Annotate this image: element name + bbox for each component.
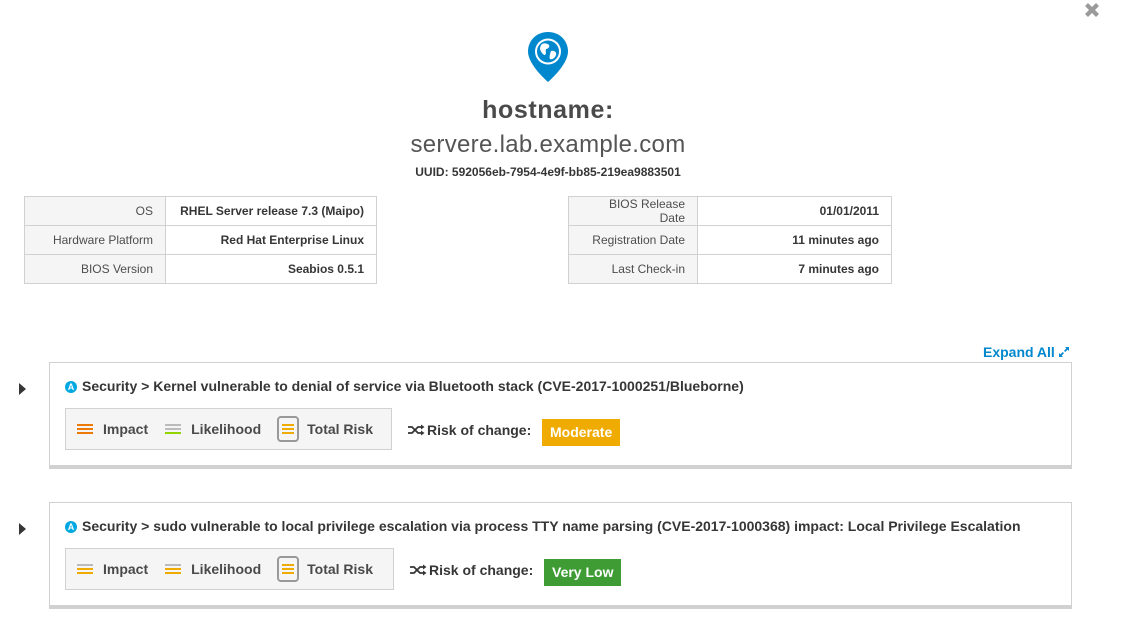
info-row-os: OS RHEL Server release 7.3 (Maipo) [24, 196, 377, 226]
close-button[interactable] [1082, 0, 1104, 20]
likelihood-indicator: Likelihood [164, 421, 261, 437]
info-value: 7 minutes ago [697, 254, 892, 284]
likelihood-indicator: Likelihood [164, 561, 261, 577]
risk-of-change-label: Risk of change: [427, 422, 532, 438]
expand-arrows-icon [1058, 347, 1069, 357]
info-label: Last Check-in [568, 254, 698, 284]
shuffle-icon [410, 564, 427, 576]
rule-card[interactable]: A Security > Kernel vulnerable to denial … [49, 362, 1072, 469]
shuffle-icon [408, 424, 425, 436]
info-row-registration-date: Registration Date 11 minutes ago [568, 225, 892, 255]
expand-rule-caret-icon[interactable] [19, 383, 26, 395]
ansible-badge-icon: A [65, 521, 77, 533]
rule-card[interactable]: A Security > sudo vulnerable to local pri… [49, 502, 1072, 609]
impact-bars-icon [76, 422, 94, 436]
expand-all-label: Expand All [983, 344, 1055, 360]
expand-rule-caret-icon[interactable] [19, 523, 26, 535]
impact-indicator: Impact [76, 421, 148, 437]
risk-of-change: Risk of change: [407, 422, 531, 438]
system-info-table-right: BIOS Release Date 01/01/2011 Registratio… [568, 196, 892, 284]
info-value: Red Hat Enterprise Linux [165, 225, 377, 255]
ansible-badge-icon: A [65, 381, 77, 393]
info-label: OS [24, 196, 166, 226]
map-pin-globe-icon [527, 31, 569, 83]
info-row-bios-version: BIOS Version Seabios 0.5.1 [24, 254, 377, 284]
info-row-bios-release-date: BIOS Release Date 01/01/2011 [568, 196, 892, 226]
info-label: BIOS Release Date [568, 196, 698, 226]
total-risk-label: Total Risk [307, 421, 373, 437]
risk-summary: Impact Likelihood Total Risk [65, 548, 394, 590]
info-label: Registration Date [568, 225, 698, 255]
impact-label: Impact [103, 561, 149, 577]
likelihood-bars-icon [164, 562, 182, 576]
impact-label: Impact [103, 421, 149, 437]
uuid-text: UUID: 592056eb-7954-4e9f-bb85-219ea98835… [415, 165, 681, 179]
info-value: 01/01/2011 [697, 196, 892, 226]
rule-title: A Security > sudo vulnerable to local pri… [65, 518, 1021, 534]
info-value: 11 minutes ago [697, 225, 892, 255]
close-icon [1085, 3, 1099, 17]
page-title: hostname: [482, 96, 614, 124]
expand-all-link[interactable]: Expand All [983, 344, 1070, 360]
likelihood-label: Likelihood [191, 561, 262, 577]
info-label: Hardware Platform [24, 225, 166, 255]
total-risk-icon [277, 416, 300, 442]
impact-indicator: Impact [76, 561, 148, 577]
likelihood-bars-icon [164, 422, 182, 436]
likelihood-label: Likelihood [191, 421, 262, 437]
info-value: RHEL Server release 7.3 (Maipo) [165, 196, 377, 226]
hostname-value: servere.lab.example.com [410, 131, 686, 158]
total-risk-label: Total Risk [307, 561, 373, 577]
info-label: BIOS Version [24, 254, 166, 284]
info-value: Seabios 0.5.1 [165, 254, 377, 284]
rule-title: A Security > Kernel vulnerable to denial … [65, 378, 744, 394]
risk-of-change-badge: Moderate [542, 419, 621, 446]
total-risk-icon [277, 556, 300, 582]
impact-bars-icon [76, 562, 94, 576]
total-risk-indicator: Total Risk [277, 416, 373, 442]
risk-of-change: Risk of change: [409, 562, 533, 578]
rule-title-text: Security > Kernel vulnerable to denial o… [82, 378, 744, 394]
info-row-last-check-in: Last Check-in 7 minutes ago [568, 254, 892, 284]
info-row-hardware-platform: Hardware Platform Red Hat Enterprise Lin… [24, 225, 377, 255]
risk-summary: Impact Likelihood Total Risk [65, 408, 392, 450]
rule-title-text: Security > sudo vulnerable to local priv… [82, 518, 1021, 534]
system-info-table-left: OS RHEL Server release 7.3 (Maipo) Hardw… [24, 196, 377, 284]
total-risk-indicator: Total Risk [277, 556, 373, 582]
risk-of-change-label: Risk of change: [429, 562, 534, 578]
risk-of-change-badge: Very Low [544, 559, 622, 586]
